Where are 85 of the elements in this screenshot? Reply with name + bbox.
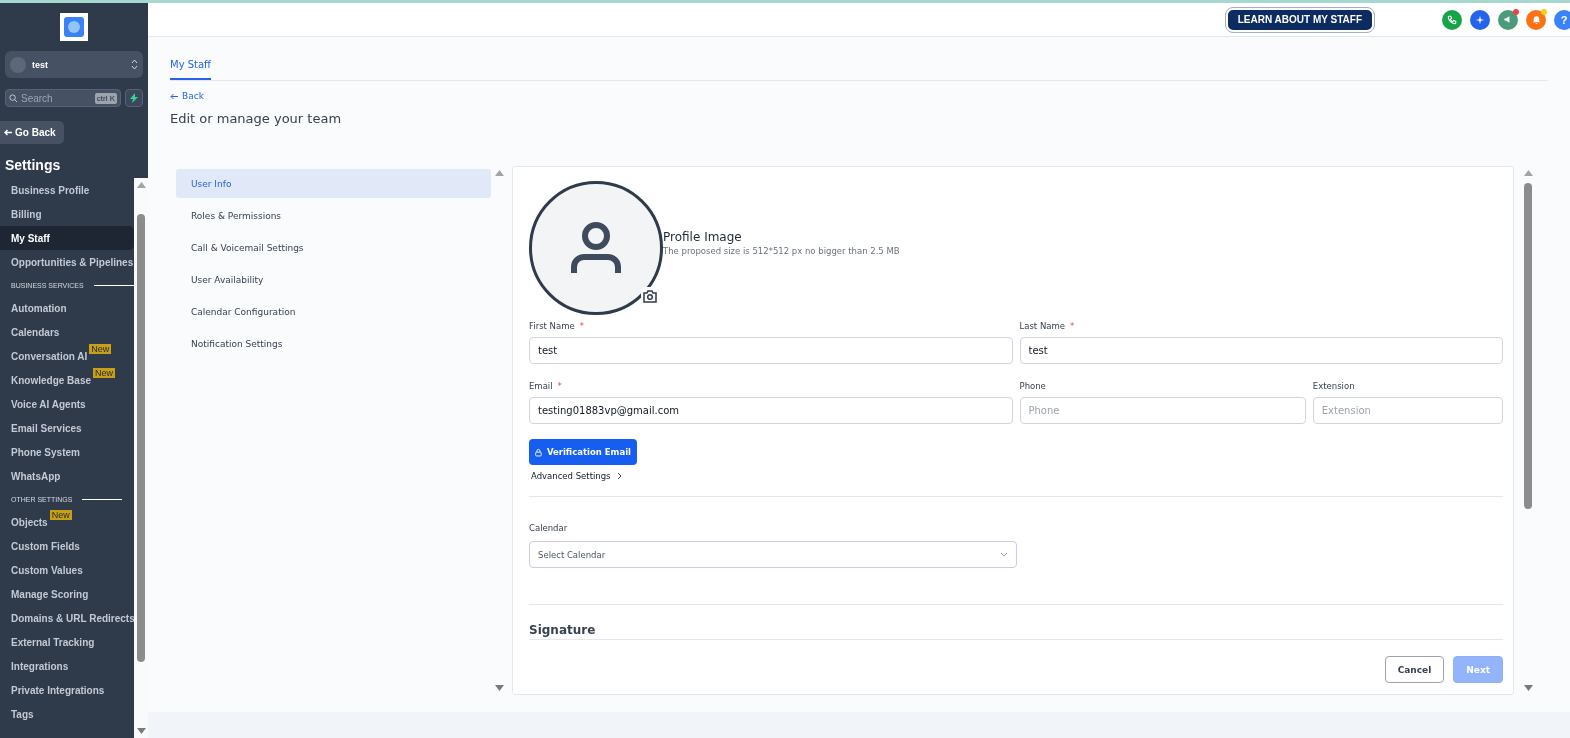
bell-button[interactable] bbox=[1526, 9, 1546, 30]
megaphone-button[interactable] bbox=[1498, 9, 1518, 30]
shortcut-hint: ctrl K bbox=[94, 92, 117, 104]
sidebar-item[interactable]: WhatsApp bbox=[0, 464, 134, 488]
nav-item[interactable]: User Info bbox=[176, 169, 491, 198]
sidebar-item[interactable]: Opportunities & Pipelines bbox=[0, 250, 134, 274]
sidebar-item-label: Objects bbox=[11, 516, 48, 528]
sidebar-item[interactable]: Conversation AI New bbox=[0, 344, 134, 368]
sidebar-item[interactable]: Knowledge Base New bbox=[0, 368, 134, 392]
scrollbar[interactable] bbox=[134, 178, 148, 738]
sidebar-item[interactable]: Custom Values bbox=[0, 558, 134, 582]
nav-item[interactable]: Roles & Permissions bbox=[176, 201, 491, 230]
sparkle-button[interactable] bbox=[125, 89, 143, 107]
arrow-left-icon bbox=[170, 92, 178, 100]
sidebar-item[interactable]: Phone System bbox=[0, 440, 134, 464]
lock-icon bbox=[535, 446, 542, 458]
chevron-right-icon bbox=[616, 472, 622, 480]
sidebar-item-label: Conversation AI bbox=[11, 350, 88, 362]
advanced-settings-toggle[interactable]: Advanced Settings bbox=[529, 471, 622, 481]
sidebar-item[interactable]: External Tracking bbox=[0, 630, 134, 654]
sidebar-item[interactable]: Private Integrations bbox=[0, 678, 134, 702]
back-link[interactable]: Back bbox=[170, 91, 204, 101]
sidebar-item[interactable]: Email Services bbox=[0, 416, 134, 440]
account-switcher[interactable]: test bbox=[5, 51, 143, 78]
page-title: Edit or manage your team bbox=[170, 111, 343, 126]
settings-title: Settings bbox=[5, 157, 62, 173]
new-badge: New bbox=[89, 344, 112, 354]
sparkle-button[interactable] bbox=[1470, 9, 1490, 30]
new-badge: New bbox=[93, 368, 116, 378]
go-back-button[interactable]: Go Back bbox=[0, 121, 64, 144]
sidebar-item[interactable]: Calendars bbox=[0, 320, 134, 344]
new-badge: New bbox=[49, 510, 72, 520]
calendar-select[interactable]: Select Calendar bbox=[529, 541, 1017, 568]
tab[interactable]: My Staff bbox=[170, 55, 211, 80]
learn-button[interactable]: LEARN ABOUT MY STAFF bbox=[1225, 7, 1374, 32]
text-field[interactable]: test bbox=[529, 337, 1013, 364]
nav-item[interactable]: Calendar Configuration bbox=[176, 297, 491, 326]
sidebar-item[interactable]: Integrations bbox=[0, 654, 134, 678]
verification-email-button[interactable]: Verification Email bbox=[529, 439, 637, 465]
arrow-left-icon bbox=[4, 129, 12, 136]
field-label: Email * bbox=[529, 381, 563, 391]
scroll-up-icon[interactable] bbox=[1523, 170, 1533, 176]
profile-image-hint: The proposed size is 512*512 px no bigger than 2.5 MB bbox=[663, 246, 900, 256]
sidebar-item[interactable]: Billing bbox=[0, 202, 134, 226]
sidebar-item[interactable]: Domains & URL Redirects bbox=[0, 606, 134, 630]
chevron-updown-icon bbox=[131, 59, 138, 70]
search-field[interactable]: Search bbox=[21, 92, 92, 104]
logo-icon bbox=[60, 13, 88, 41]
sidebar-item[interactable]: Business Profile bbox=[0, 178, 134, 202]
cancel-button[interactable]: Cancel bbox=[1384, 656, 1445, 683]
sidebar-item-label: Knowledge Base bbox=[11, 374, 92, 386]
sidebar-item[interactable]: Custom Fields bbox=[0, 534, 134, 558]
sidebar-item[interactable]: Objects New bbox=[0, 510, 134, 534]
sidebar-item[interactable]: Manage Scoring bbox=[0, 582, 134, 606]
search-icon bbox=[9, 93, 18, 103]
field-label: Calendar bbox=[529, 523, 569, 533]
sidebar-item[interactable]: Tags bbox=[0, 702, 134, 726]
text-field[interactable]: test bbox=[1019, 337, 1503, 364]
camera-button[interactable] bbox=[641, 287, 659, 305]
search-bar[interactable]: Search ctrl K bbox=[5, 89, 121, 107]
text-field[interactable]: Phone bbox=[1019, 397, 1306, 424]
phone-icon bbox=[1447, 14, 1457, 25]
sidebar-item[interactable]: Voice AI Agents bbox=[0, 392, 134, 416]
nav-item[interactable]: Notification Settings bbox=[176, 329, 491, 358]
field-label: Phone bbox=[1019, 381, 1047, 391]
person-icon bbox=[571, 221, 621, 275]
sidebar-item[interactable]: My Staff bbox=[0, 226, 134, 250]
chevron-down-icon bbox=[1000, 552, 1008, 557]
field-label: Last Name * bbox=[1019, 321, 1076, 331]
phone-button[interactable] bbox=[1442, 9, 1462, 30]
field-label: Extension bbox=[1312, 381, 1356, 391]
scroll-down-icon[interactable] bbox=[136, 728, 146, 734]
field-label: First Name * bbox=[529, 321, 585, 331]
text-field[interactable]: Extension bbox=[1312, 397, 1503, 424]
help-button[interactable]: ? bbox=[1554, 9, 1570, 30]
text-field[interactable]: testing01883vp@gmail.com bbox=[529, 397, 1013, 424]
scroll-up-icon[interactable] bbox=[136, 182, 146, 188]
sidebar-item[interactable]: Automation bbox=[0, 296, 134, 320]
camera-icon bbox=[643, 289, 657, 303]
scroll-down-icon[interactable] bbox=[1523, 685, 1533, 691]
signature-heading: Signature bbox=[529, 623, 597, 637]
bolt-icon bbox=[130, 93, 138, 103]
nav-item[interactable]: Call & Voicemail Settings bbox=[176, 233, 491, 262]
profile-image-title: Profile Image bbox=[663, 230, 743, 244]
nav-item[interactable]: User Availability bbox=[176, 265, 491, 294]
